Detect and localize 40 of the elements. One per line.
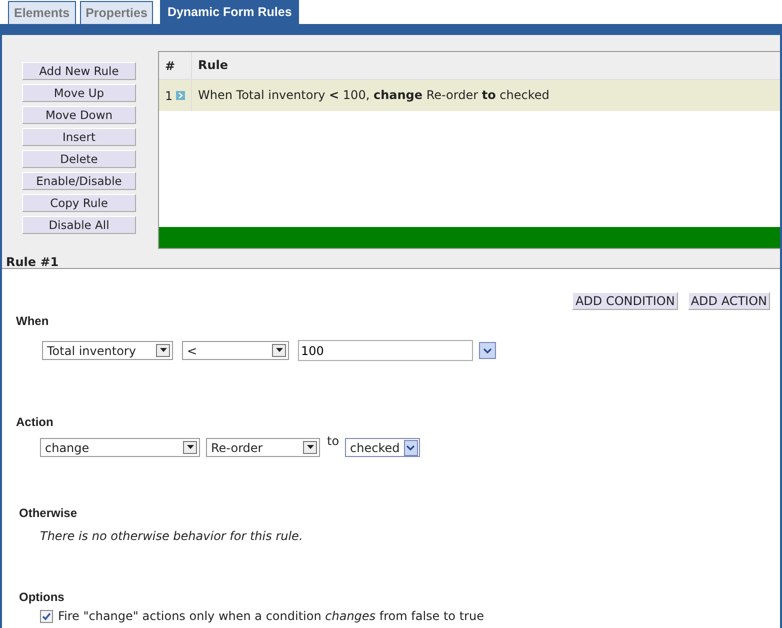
caret-icon[interactable] — [183, 441, 197, 454]
dropdown-button[interactable] — [479, 342, 496, 359]
chevron-icon — [483, 348, 492, 354]
rule-button[interactable]: Copy Rule — [22, 194, 136, 212]
rule-button[interactable]: Move Down — [22, 106, 136, 124]
section-heading: Options — [19, 590, 66, 604]
option-label: Fire "change" actions only when a condition changes from false to true — [58, 609, 484, 623]
note-text: There is no otherwise behavior for this rule. — [40, 529, 304, 543]
section-heading: Otherwise — [19, 506, 78, 520]
column-header: # — [159, 52, 192, 79]
caret-icon[interactable] — [303, 441, 317, 454]
target-dropdown[interactable]: Re-order — [206, 438, 320, 457]
caret-icon[interactable] — [156, 344, 170, 357]
rule-button[interactable]: Delete — [22, 150, 136, 168]
connector-label: to — [327, 434, 340, 448]
rule-button[interactable]: Disable All — [22, 216, 136, 234]
value-field[interactable]: 100 — [298, 340, 473, 361]
action-dropdown[interactable]: change — [40, 438, 200, 457]
tab[interactable]: Elements — [8, 1, 76, 24]
rule-button[interactable]: Enable/Disable — [22, 172, 136, 190]
rule-title: Rule #1 — [2, 249, 780, 269]
field-dropdown[interactable]: Total inventory — [42, 341, 173, 360]
column-header: Rule — [197, 57, 230, 74]
caret-icon[interactable] — [404, 440, 418, 456]
tab[interactable]: Dynamic Form Rules — [160, 0, 299, 24]
table-cell: 1 — [165, 88, 173, 102]
add-button[interactable]: ADD CONDITION — [572, 292, 678, 310]
checkbox[interactable] — [40, 610, 53, 622]
operator-dropdown[interactable]: < — [182, 341, 289, 360]
section-heading: When — [16, 314, 50, 328]
table-row[interactable]: 1 When Total inventory < 100, change Re-order to checked — [159, 80, 780, 111]
value-dropdown[interactable]: checked — [345, 438, 420, 457]
tab[interactable]: Properties — [80, 1, 154, 24]
rule-button[interactable]: Move Up — [22, 84, 136, 102]
section-heading: Action — [16, 415, 54, 429]
rule-button[interactable]: Add New Rule — [22, 62, 136, 80]
table-cell-text: When Total inventory < 100, change Re-order to checked — [197, 87, 550, 104]
caret-icon[interactable] — [272, 344, 286, 357]
rule-button[interactable]: Insert — [22, 128, 136, 146]
add-button[interactable]: ADD ACTION — [688, 292, 770, 310]
